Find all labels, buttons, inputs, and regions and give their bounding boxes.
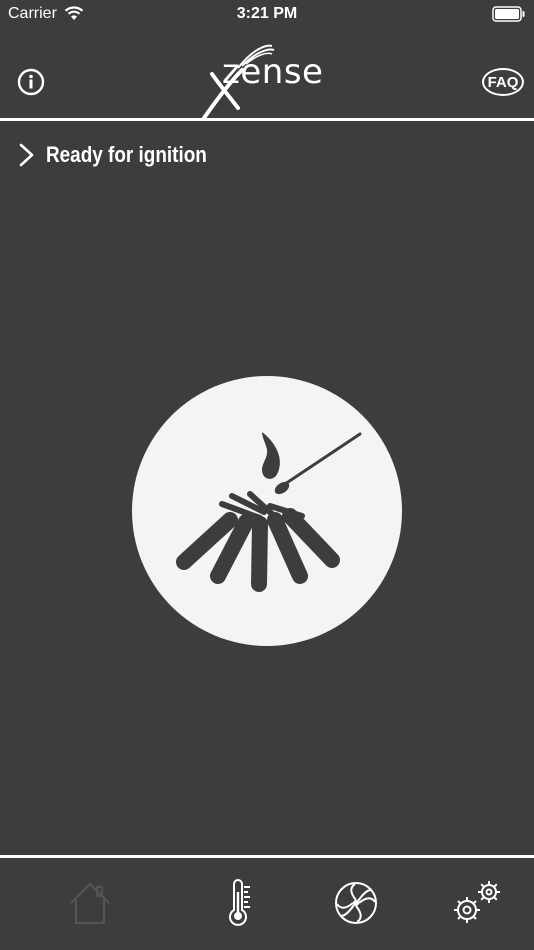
gears-icon [454, 881, 500, 923]
faq-label: FAQ [487, 73, 519, 91]
clock: 3:21 PM [236, 5, 298, 22]
logo-text: zense [222, 52, 324, 92]
tab-fan[interactable] [326, 868, 386, 938]
status-bar: Carrier 3:21 PM [0, 0, 534, 28]
home-icon [70, 883, 110, 924]
info-icon[interactable] [17, 68, 45, 96]
ignition-indicator [132, 376, 402, 646]
chevron-right-icon [19, 143, 34, 167]
tab-bar [0, 858, 534, 950]
tab-settings[interactable] [446, 868, 506, 938]
thermometer-icon [229, 879, 250, 926]
tab-temperature[interactable] [210, 868, 270, 938]
tab-home[interactable] [60, 868, 120, 938]
status-row[interactable]: Ready for ignition [18, 140, 233, 170]
faq-button[interactable]: FAQ [482, 68, 524, 96]
status-text: Ready for ignition [46, 142, 207, 167]
app-header: zense FAQ [0, 28, 534, 120]
campfire-match-icon [176, 432, 362, 592]
header-divider [0, 118, 534, 121]
battery-icon [492, 6, 525, 22]
fan-icon [335, 882, 377, 924]
